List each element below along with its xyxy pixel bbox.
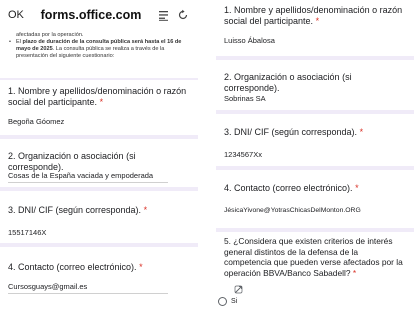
question-title: 3. DNI/ CIF (según corresponda). * [224, 114, 406, 138]
question-title-text: 3. DNI/ CIF (según corresponda). [8, 205, 142, 215]
required-asterisk: * [352, 183, 359, 193]
right-phone-screen: 1. Nombre y apellidos/denominación o raz… [216, 0, 414, 311]
question-card-1: 1. Nombre y apellidos/denominación o raz… [0, 80, 198, 135]
answer-field[interactable]: Luisso Ábalosa [224, 36, 275, 46]
question-title: 1. Nombre y apellidos/denominación o raz… [8, 80, 190, 108]
answer-field[interactable]: Cosas de la España vaciada y empoderada [8, 171, 153, 181]
answer-field[interactable]: Sobrinas SA [224, 94, 266, 104]
question-card-5: 5. ¿Considera que existen criterios de i… [216, 232, 414, 311]
answer-field[interactable]: Begoña Góomez [8, 117, 64, 127]
question-title: 4. Contacto (correo electrónico). * [8, 247, 190, 273]
browser-top-bar: OK forms.office.com [0, 0, 198, 30]
intro-line: afectadas por la operación. [16, 32, 84, 38]
question-card-3: 3. DNI/ CIF (según corresponda). * 15517… [0, 191, 198, 243]
question-title: 2. Organización o asociación (si corresp… [8, 139, 190, 173]
question-title: 2. Organización o asociación (si corresp… [224, 60, 406, 94]
question-card-2: 2. Organización o asociación (si corresp… [216, 60, 414, 110]
question-title: 1. Nombre y apellidos/denominación o raz… [224, 0, 406, 27]
question-title-text: 3. DNI/ CIF (según corresponda). [224, 127, 358, 137]
required-asterisk: * [97, 97, 104, 107]
question-title: 5. ¿Considera que existen criterios de i… [224, 232, 406, 278]
question-title-text: 5. ¿Considera que existen criterios de i… [224, 236, 403, 278]
menu-icon[interactable] [157, 8, 171, 22]
question-title-text: 2. Organización o asociación (si corresp… [8, 151, 136, 172]
question-card-3: 3. DNI/ CIF (según corresponda). * 12345… [216, 114, 414, 166]
intro-text: afectadas por la operación. • El plazo d… [0, 30, 198, 78]
answer-field[interactable]: 1234567Xx [224, 150, 262, 160]
required-asterisk: * [350, 267, 357, 278]
question-title-text: 4. Contacto (correo electrónico). [8, 262, 137, 272]
question-card-1: 1. Nombre y apellidos/denominación o raz… [216, 0, 414, 56]
ok-button[interactable]: OK [8, 9, 36, 21]
question-title-text: 2. Organización o asociación (si corresp… [224, 72, 352, 93]
question-card-4: 4. Contacto (correo electrónico). * Curs… [0, 247, 198, 311]
screenshot-collage: OK forms.office.com afectadas por la ope… [0, 0, 414, 311]
answer-field[interactable]: Cursosguays@gmail.es [8, 282, 87, 292]
url-domain[interactable]: forms.office.com [36, 8, 152, 22]
required-asterisk: * [313, 16, 320, 26]
question-title-text: 4. Contacto (correo electrónico). [224, 183, 353, 193]
question-title: 3. DNI/ CIF (según corresponda). * [8, 191, 190, 216]
answer-underline [8, 293, 168, 294]
intro-bullet: • El plazo de duración de la consulta pú… [9, 39, 190, 60]
radio-option-si[interactable] [218, 297, 227, 306]
left-phone-screen: OK forms.office.com afectadas por la ope… [0, 0, 198, 311]
question-card-4: 4. Contacto (correo electrónico). * Jési… [216, 170, 414, 228]
answer-field[interactable]: 15517146X [8, 228, 46, 238]
bullet-dot-icon: • [9, 39, 11, 45]
answer-underline [8, 182, 168, 183]
question-card-2: 2. Organización o asociación (si corresp… [0, 139, 198, 187]
radio-option-label: Si [231, 298, 238, 305]
required-asterisk: * [141, 205, 148, 215]
answer-field[interactable]: JésicaYivone@YotrasChicasDelMonton.ORG [224, 206, 361, 216]
refresh-icon[interactable] [176, 8, 190, 22]
question-title: 4. Contacto (correo electrónico). * [224, 170, 406, 194]
required-asterisk: * [136, 262, 143, 272]
required-asterisk: * [357, 127, 364, 137]
